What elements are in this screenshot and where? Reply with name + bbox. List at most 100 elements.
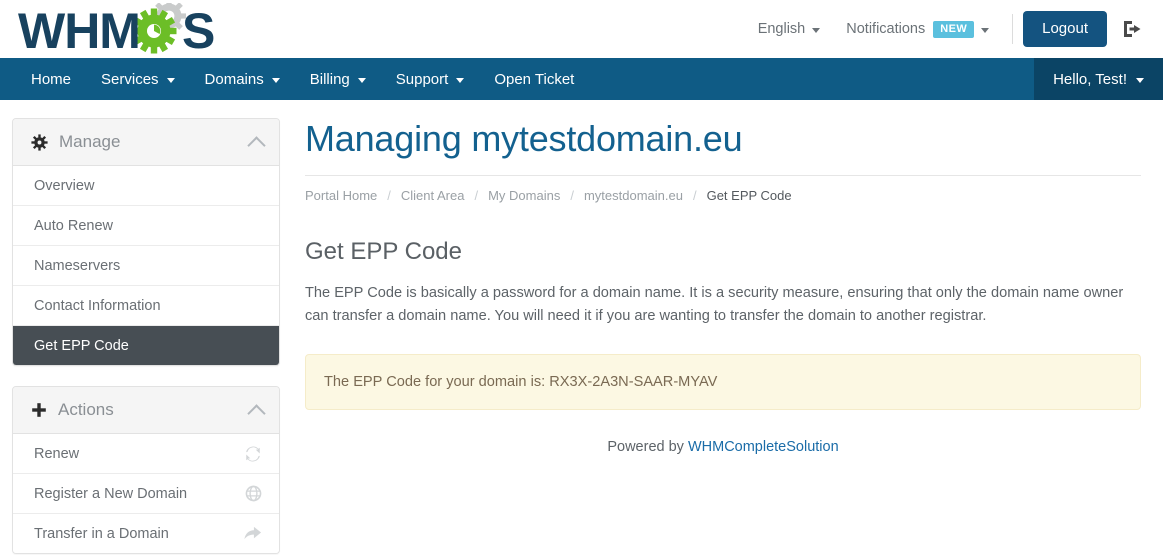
sidebar-item-label: Overview — [34, 177, 95, 194]
page-body: Manage Overview Auto Renew Nameservers C… — [0, 100, 1163, 555]
sidebar-item-nameservers[interactable]: Nameservers — [13, 246, 279, 285]
navbar-items: Home Services Domains Billing Support Op… — [0, 58, 589, 100]
sidebar-item-label: Transfer in a Domain — [34, 525, 169, 542]
nav-label: Billing — [309, 70, 350, 88]
breadcrumb-separator: / — [570, 188, 574, 204]
breadcrumb-item-portal-home[interactable]: Portal Home — [305, 188, 377, 203]
sidebar-item-label: Renew — [34, 445, 80, 462]
breadcrumb-item-my-domains[interactable]: My Domains — [488, 188, 560, 203]
globe-glyph — [245, 485, 262, 502]
gear-glyph — [31, 133, 48, 151]
header-right-group: English Notifications NEW Logout — [745, 0, 1147, 58]
panel-header-actions[interactable]: Actions — [13, 387, 279, 434]
list-item: Nameservers — [13, 245, 279, 285]
chevron-down-icon — [271, 77, 280, 83]
sidebar-item-renew[interactable]: Renew — [13, 434, 279, 473]
sidebar: Manage Overview Auto Renew Nameservers C… — [12, 118, 280, 555]
section-description: The EPP Code is basically a password for… — [305, 285, 1124, 324]
gear-icon — [31, 133, 48, 151]
language-label: English — [757, 21, 806, 37]
sidebar-item-auto-renew[interactable]: Auto Renew — [13, 206, 279, 245]
share-arrow-icon — [243, 524, 262, 543]
language-selector[interactable]: English — [745, 21, 834, 37]
footer-link-whmcs[interactable]: WHMCompleteSolution — [688, 439, 839, 455]
nav-label: Support — [395, 70, 449, 88]
sidebar-item-label: Register a New Domain — [34, 485, 188, 502]
sidebar-menu-manage: Overview Auto Renew Nameservers Contact … — [13, 166, 279, 365]
list-item: Contact Information — [13, 285, 279, 325]
breadcrumb-item-mytestdomain[interactable]: mytestdomain.eu — [584, 188, 683, 203]
globe-icon — [245, 485, 262, 502]
sidebar-item-transfer-in-a-domain[interactable]: Transfer in a Domain — [13, 514, 279, 553]
list-item: Auto Renew — [13, 205, 279, 245]
footer-prefix: Powered by — [607, 438, 688, 455]
nav-item-billing[interactable]: Billing — [295, 58, 381, 100]
notifications-new-badge: NEW — [933, 20, 975, 38]
list-item: Transfer in a Domain — [13, 513, 279, 553]
sidebar-item-register-a-new-domain[interactable]: Register a New Domain — [13, 474, 279, 513]
chevron-down-icon — [166, 77, 175, 83]
chevron-down-icon — [456, 77, 465, 83]
sidebar-item-label: Contact Information — [34, 297, 161, 314]
nav-label: Open Ticket — [494, 70, 575, 88]
top-header: WHM S English Notifications NEW Logout — [0, 0, 1163, 58]
breadcrumb-separator: / — [474, 188, 479, 204]
list-item: Renew — [13, 434, 279, 473]
list-item: Register a New Domain — [13, 473, 279, 513]
chevron-down-icon — [357, 77, 366, 83]
epp-code-alert: The EPP Code for your domain is: RX3X-2A… — [305, 353, 1141, 410]
nav-label: Home — [31, 70, 72, 88]
notifications-menu[interactable]: Notifications NEW — [833, 20, 1002, 38]
header-divider — [1012, 14, 1014, 44]
sidebar-item-label: Auto Renew — [34, 217, 113, 234]
notifications-label: Notifications — [846, 21, 926, 37]
refresh-icon — [244, 445, 262, 463]
logout-button[interactable]: Logout — [1023, 11, 1107, 47]
sidebar-panel-manage: Manage Overview Auto Renew Nameservers C… — [12, 118, 280, 366]
share-arrow-glyph — [244, 526, 262, 540]
chevron-down-icon — [981, 27, 990, 33]
sidebar-item-contact-information[interactable]: Contact Information — [13, 286, 279, 325]
nav-item-domains[interactable]: Domains — [190, 58, 295, 100]
chevron-down-icon — [812, 27, 821, 33]
sidebar-item-label: Get EPP Code — [34, 337, 129, 354]
footer: Powered by WHMCompleteSolution — [305, 439, 1141, 455]
breadcrumb-item-current: Get EPP Code — [706, 188, 792, 204]
sidebar-item-get-epp-code[interactable]: Get EPP Code — [13, 326, 279, 365]
breadcrumb: Portal Home / Client Area / My Domains /… — [305, 175, 1141, 203]
sign-out-glyph — [1124, 21, 1141, 37]
sidebar-item-overview[interactable]: Overview — [13, 166, 279, 205]
plus-glyph — [32, 403, 46, 417]
list-item: Get EPP Code — [13, 325, 279, 365]
sidebar-panel-actions: Actions Renew Register a New Domain Tran… — [12, 386, 280, 554]
chevron-up-icon[interactable] — [247, 403, 266, 423]
nav-label: Domains — [204, 70, 264, 88]
main-navbar: Home Services Domains Billing Support Op… — [0, 58, 1163, 100]
breadcrumb-separator: / — [692, 188, 697, 204]
page-title: Managing mytestdomain.eu — [305, 118, 743, 159]
nav-item-services[interactable]: Services — [86, 58, 190, 100]
list-item: Overview — [13, 166, 279, 205]
breadcrumb-separator: / — [387, 188, 391, 204]
nav-item-support[interactable]: Support — [381, 58, 480, 100]
whmcs-logo[interactable]: WHM S — [14, 1, 238, 57]
sidebar-menu-actions: Renew Register a New Domain Transfer in … — [13, 434, 279, 553]
whmcs-logo-icon: WHM S — [18, 3, 215, 55]
nav-item-home[interactable]: Home — [16, 58, 86, 100]
user-menu-label: Hello, Test! — [1053, 70, 1127, 88]
svg-text:WHM: WHM — [18, 3, 140, 55]
panel-title: Manage — [59, 132, 121, 151]
user-menu[interactable]: Hello, Test! — [1034, 58, 1163, 100]
sign-out-icon[interactable] — [1121, 17, 1145, 41]
nav-label: Services — [101, 70, 159, 88]
refresh-glyph — [246, 446, 260, 461]
section-title: Get EPP Code — [305, 238, 462, 266]
svg-text:S: S — [182, 3, 215, 55]
plus-icon — [31, 402, 47, 418]
chevron-up-icon[interactable] — [247, 135, 266, 155]
nav-item-open-ticket[interactable]: Open Ticket — [479, 58, 589, 100]
breadcrumb-item-client-area[interactable]: Client Area — [401, 188, 465, 203]
panel-header-manage[interactable]: Manage — [13, 119, 279, 166]
panel-title: Actions — [58, 400, 114, 419]
main-content: Managing mytestdomain.eu Portal Home / C… — [280, 118, 1147, 455]
